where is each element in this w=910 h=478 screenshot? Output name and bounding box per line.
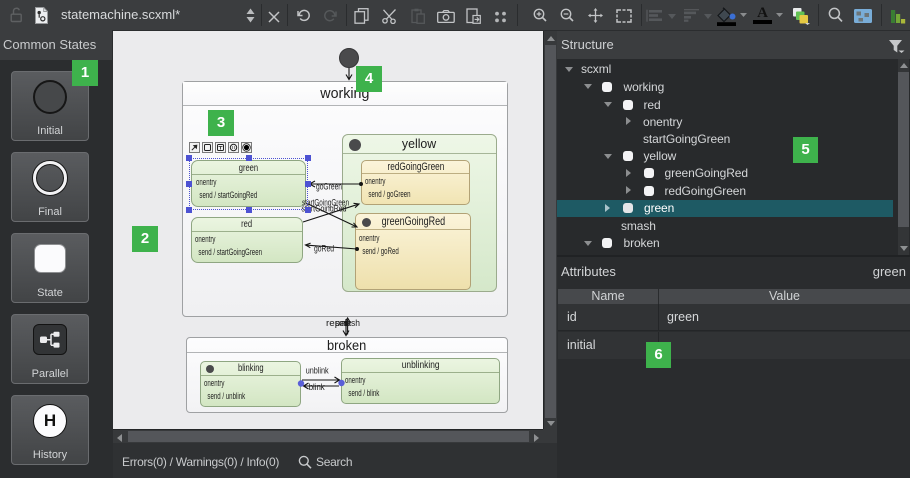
svg-text:blink: blink — [309, 382, 325, 392]
svg-text:unblink: unblink — [306, 366, 329, 376]
svg-text:smash: smash — [335, 318, 360, 328]
svg-text:goRed: goRed — [314, 244, 334, 254]
svg-text:goGreen: goGreen — [316, 182, 342, 192]
